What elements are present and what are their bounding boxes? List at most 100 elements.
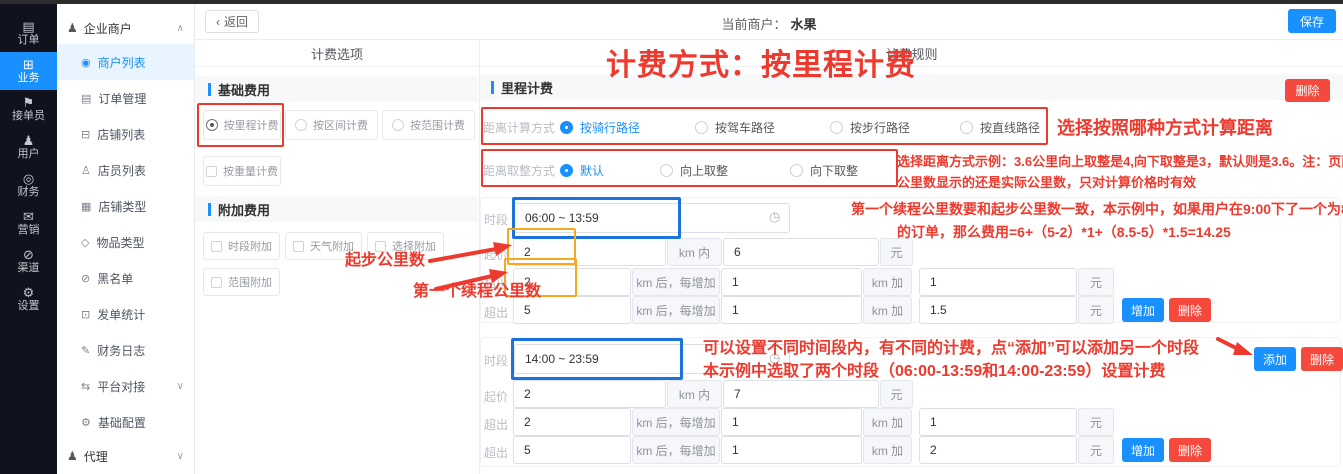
option-range-extra[interactable]: 范围附加 (203, 268, 280, 296)
radio-label: 默认 (580, 162, 604, 179)
delete-mileage-section-button[interactable]: 删除 (1285, 79, 1330, 102)
over-row: 超出 km 后，每增加 km 加 元 增加 删除 (481, 296, 1340, 324)
option-label: 按区间计费 (313, 117, 368, 133)
over-price-input[interactable] (919, 436, 1077, 464)
sidebar-item-dispatch-stats[interactable]: ⊡ 发单统计 (57, 296, 194, 332)
time-range-input[interactable] (514, 203, 790, 233)
sidebar-item-goods-type[interactable]: ◇ 物品类型 (57, 224, 194, 260)
over-label: 超出 (484, 276, 508, 293)
option-by-mileage[interactable]: 按里程计费 (203, 110, 281, 140)
rail-item-couriers[interactable]: ⚑ 接单员 (0, 90, 57, 128)
base-price-input[interactable] (723, 238, 879, 266)
sidebar-item-shop-list[interactable]: ⊟ 店铺列表 (57, 116, 194, 152)
distance-method-label: 距离计算方式 (483, 119, 555, 136)
merchant-group-icon: ♟ (67, 21, 78, 35)
radio-driving-route[interactable]: 按驾车路径 (695, 119, 775, 136)
sidebar-item-basic-config[interactable]: ⚙ 基础配置 (57, 404, 194, 440)
radio-label: 按直线路径 (980, 119, 1040, 136)
clock-icon: ◷ (769, 350, 780, 366)
sidebar-item-platform-connect[interactable]: ⇆ 平台对接 ∨ (57, 368, 194, 404)
per-km-input[interactable] (721, 436, 862, 464)
finance-log-icon: ✎ (81, 344, 90, 357)
section-accent (491, 81, 494, 94)
option-select-extra[interactable]: 选择附加 (367, 232, 444, 260)
sidebar-group-label: 企业商户 (84, 20, 132, 37)
rail-item-label: 财务 (18, 186, 40, 199)
delete-row-button[interactable]: 删除 (1169, 438, 1211, 462)
sidebar-item-shop-type[interactable]: ▦ 店铺类型 (57, 188, 194, 224)
over-price-input[interactable] (919, 296, 1077, 324)
rail-item-orders[interactable]: ▤ 订单 (0, 14, 57, 52)
radio-walking-route[interactable]: 按步行路径 (830, 119, 910, 136)
marketing-icon: ✉ (23, 210, 34, 224)
yuan-addon: 元 (1078, 268, 1114, 296)
rail-item-marketing[interactable]: ✉ 营销 (0, 204, 57, 242)
sidebar-item-order-management[interactable]: ▤ 订单管理 (57, 80, 194, 116)
rail-item-users[interactable]: ♟ 用户 (0, 128, 57, 166)
delete-row-button[interactable]: 删除 (1169, 298, 1211, 322)
base-km-input[interactable] (513, 380, 666, 408)
add-row-button[interactable]: 增加 (1122, 438, 1164, 462)
option-by-weight[interactable]: 按重量计费 (203, 156, 281, 186)
option-weather-extra[interactable]: 天气附加 (285, 232, 362, 260)
option-by-range[interactable]: 按范围计费 (382, 110, 475, 140)
add-period-button[interactable]: 添加 (1254, 347, 1296, 371)
rail-item-channels[interactable]: ⊘ 渠道 (0, 242, 57, 280)
radio-riding-route[interactable]: 按骑行路径 (560, 119, 640, 136)
radio-round-down[interactable]: 向下取整 (790, 162, 858, 179)
add-row-button[interactable]: 增加 (1122, 298, 1164, 322)
chevron-up-icon: ∧ (177, 23, 184, 34)
per-km-input[interactable] (721, 268, 862, 296)
option-label: 时段附加 (228, 238, 272, 254)
radio-label: 按骑行路径 (580, 119, 640, 136)
sidebar-item-blacklist[interactable]: ⊘ 黑名单 (57, 260, 194, 296)
time-label: 时段 (484, 352, 508, 369)
base-price-row: 起价 km 内 元 (481, 380, 1340, 408)
over-price-input[interactable] (919, 268, 1077, 296)
radio-on-icon (560, 121, 573, 134)
rail-item-label: 渠道 (18, 262, 40, 275)
delete-period-button[interactable]: 删除 (1301, 347, 1343, 371)
rail-item-finance[interactable]: ◎ 财务 (0, 166, 57, 204)
base-price-input[interactable] (723, 380, 879, 408)
sidebar-item-label: 黑名单 (97, 270, 133, 287)
merchant-list-icon: ◉ (81, 56, 91, 69)
radio-round-up[interactable]: 向上取整 (660, 162, 728, 179)
over-label: 超出 (484, 304, 508, 321)
over-km-input[interactable] (513, 268, 631, 296)
option-by-interval[interactable]: 按区间计费 (285, 110, 378, 140)
chevron-down-icon: ∨ (177, 451, 184, 462)
sidebar-item-label: 财务日志 (97, 342, 145, 359)
time-range-input[interactable] (514, 344, 790, 374)
sidebar-item-finance-log[interactable]: ✎ 财务日志 (57, 332, 194, 368)
channel-icon: ⊘ (23, 248, 34, 262)
per-km-input[interactable] (721, 296, 862, 324)
orders-icon: ▤ (22, 20, 34, 34)
yuan-addon: 元 (880, 380, 913, 408)
radio-rounding-default[interactable]: 默认 (560, 162, 604, 179)
clock-icon: ◷ (769, 209, 780, 225)
main-content: ‹ 返回 当前商户：水果 保存 计费选项 计费规则 基础费用 按里程计费 按区间… (195, 4, 1343, 474)
rail-item-business[interactable]: ⊞ 业务 (0, 52, 57, 90)
shop-list-icon: ⊟ (81, 128, 90, 141)
over-km-input[interactable] (513, 436, 631, 464)
sidebar-group-enterprise-merchant[interactable]: ♟ 企业商户 ∧ (57, 12, 194, 44)
over-price-input[interactable] (919, 408, 1077, 436)
time-row: 时段 ◷ (481, 203, 1340, 233)
sidebar-item-merchant-list[interactable]: ◉ 商户列表 (57, 44, 194, 80)
option-label: 按重量计费 (223, 163, 278, 179)
sidebar-group-agent[interactable]: ♟ 代理 ∨ (57, 440, 194, 472)
sidebar-item-clerk-list[interactable]: ♙ 店员列表 (57, 152, 194, 188)
radio-straight-line[interactable]: 按直线路径 (960, 119, 1040, 136)
checkbox-icon (206, 166, 217, 177)
mileage-section-bar: 里程计费 (480, 74, 1343, 100)
base-km-input[interactable] (513, 238, 666, 266)
save-button[interactable]: 保存 (1288, 9, 1336, 33)
rail-item-settings[interactable]: ⚙ 设置 (0, 280, 57, 318)
sidebar-item-label: 店铺列表 (97, 126, 145, 143)
over-km-input[interactable] (513, 408, 631, 436)
per-km-input[interactable] (721, 408, 862, 436)
over-km-input[interactable] (513, 296, 631, 324)
option-time-extra[interactable]: 时段附加 (203, 232, 280, 260)
extra-fee-section-bar: 附加费用 (195, 196, 478, 222)
